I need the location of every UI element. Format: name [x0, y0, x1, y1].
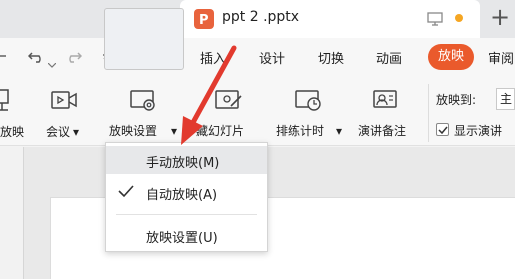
tab-active-document[interactable]: P ppt 2 .pptx	[180, 0, 480, 38]
speaker-notes-button[interactable]: 演讲备注	[350, 84, 424, 144]
auto-slideshow-option[interactable]: 自动放映(A)	[106, 178, 267, 206]
button-label: 放映	[0, 125, 25, 139]
show-speaker-view-checkbox[interactable]	[436, 123, 449, 136]
thumbnail-panel[interactable]	[0, 147, 24, 279]
hide-slide-button[interactable]: 藏幻灯片	[192, 84, 268, 144]
slideshow-settings-icon	[129, 88, 159, 118]
play-to-select[interactable]: 主	[496, 88, 515, 110]
menu-insert[interactable]: 插入	[200, 48, 226, 67]
play-to-label: 放映到:	[436, 93, 477, 107]
rehearse-timing-icon	[294, 88, 324, 118]
rehearse-timing-button[interactable]: 排练计时 ▾	[272, 84, 346, 144]
slideshow-icon	[0, 88, 12, 118]
slideshow-settings-highlight	[104, 8, 184, 70]
chevron-down-icon: ▾	[171, 124, 178, 138]
hide-slide-icon	[214, 88, 244, 118]
manual-slideshow-option[interactable]: 手动放映(M)	[106, 146, 267, 174]
button-label: 排练计时	[276, 124, 325, 138]
show-speaker-view-label: 显示演讲	[454, 124, 503, 138]
meeting-button[interactable]: 会议 ▾	[42, 84, 88, 144]
document-title: ppt 2 .pptx	[222, 9, 300, 25]
undo-icon[interactable]	[27, 48, 46, 68]
slideshow-settings-dropdown: 手动放映(M) 自动放映(A) 放映设置(U)	[105, 142, 268, 252]
option-label: 手动放映(M)	[146, 156, 220, 171]
speaker-notes-icon	[370, 88, 400, 118]
meeting-icon	[50, 89, 78, 117]
svg-text:P: P	[199, 13, 209, 28]
slideshow-settings-button[interactable]: 放映设置 ▾	[104, 84, 184, 144]
checkmark-icon	[118, 184, 134, 202]
slideshow-settings-option[interactable]: 放映设置(U)	[106, 221, 267, 249]
menu-design[interactable]: 设计	[259, 48, 285, 67]
undo-dropdown-icon[interactable]	[47, 54, 57, 73]
chevron-down-icon: ▾	[73, 125, 80, 139]
button-label: 演讲备注	[358, 124, 407, 138]
play-slideshow-button[interactable]: 放映	[0, 84, 34, 144]
ribbon-divider	[428, 84, 429, 142]
chevron-down-icon: ▾	[336, 124, 343, 138]
menu-slideshow-active[interactable]: 放映	[428, 44, 474, 70]
menu-fragment-icon[interactable]	[0, 48, 14, 68]
menu-review[interactable]: 审阅	[488, 48, 514, 67]
window-mode-icon[interactable]	[427, 11, 443, 30]
button-label: 放映设置	[109, 124, 158, 138]
option-label: 放映设置(U)	[146, 231, 218, 246]
menu-separator	[116, 214, 257, 215]
quick-access-toolbar: 开始 插入 设计 切换 动画 放映 审阅	[0, 38, 515, 76]
button-label: 会议	[46, 125, 71, 139]
new-tab-button[interactable]: +	[490, 3, 510, 31]
menu-animations[interactable]: 动画	[376, 48, 402, 67]
unsaved-indicator	[455, 14, 463, 22]
ppt-file-icon: P	[194, 9, 214, 29]
option-label: 自动放映(A)	[146, 188, 218, 203]
redo-icon[interactable]	[64, 48, 83, 68]
menu-transitions[interactable]: 切换	[318, 48, 344, 67]
button-label: 藏幻灯片	[196, 124, 245, 138]
tab-bar: P ppt 2 .pptx +	[0, 0, 515, 38]
